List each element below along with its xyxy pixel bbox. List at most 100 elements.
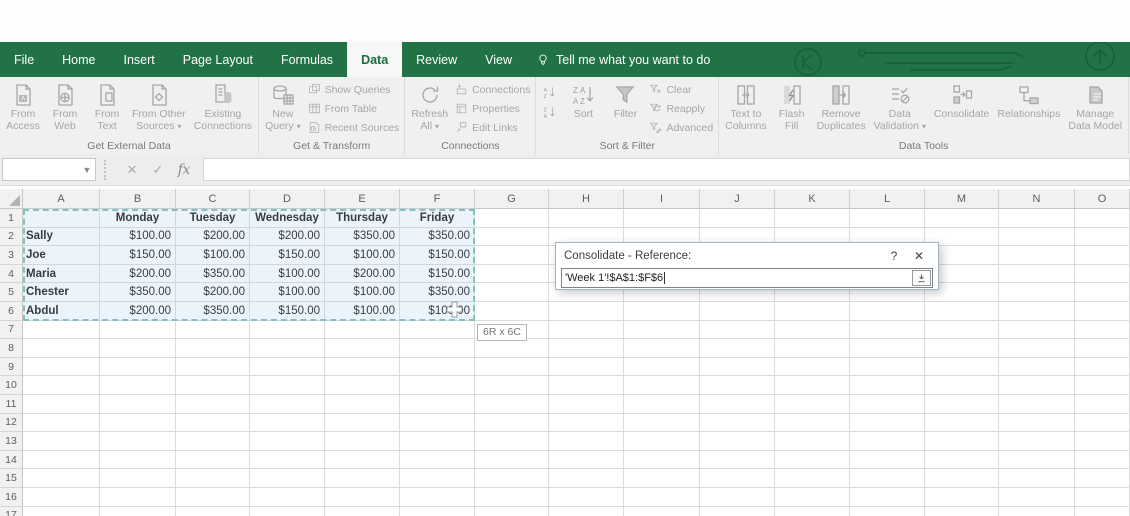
cell-C17[interactable] <box>176 507 250 516</box>
cell-N4[interactable] <box>999 265 1075 284</box>
cell-C7[interactable] <box>176 321 250 340</box>
cell-O9[interactable] <box>1075 358 1130 377</box>
cell-D16[interactable] <box>250 488 325 507</box>
cell-L6[interactable] <box>850 302 925 321</box>
column-header-H[interactable]: H <box>549 189 624 209</box>
cell-J16[interactable] <box>700 488 775 507</box>
cell-C11[interactable] <box>176 395 250 414</box>
cell-K6[interactable] <box>775 302 850 321</box>
cell-K13[interactable] <box>775 432 850 451</box>
cell-J14[interactable] <box>700 451 775 470</box>
sort-button[interactable]: ZAAZSort <box>562 79 604 139</box>
cell-I16[interactable] <box>624 488 700 507</box>
cell-I13[interactable] <box>624 432 700 451</box>
column-header-C[interactable]: C <box>176 189 250 209</box>
cell-B5[interactable]: $350.00 <box>100 283 176 302</box>
cell-E12[interactable] <box>325 414 400 433</box>
cell-O3[interactable] <box>1075 246 1130 265</box>
cell-L10[interactable] <box>850 376 925 395</box>
cell-K10[interactable] <box>775 376 850 395</box>
cell-A9[interactable] <box>23 358 100 377</box>
cell-O11[interactable] <box>1075 395 1130 414</box>
cell-L8[interactable] <box>850 339 925 358</box>
cell-A2[interactable]: Sally <box>23 228 100 247</box>
cell-O1[interactable] <box>1075 209 1130 228</box>
column-header-F[interactable]: F <box>400 189 475 209</box>
cell-C2[interactable]: $200.00 <box>176 228 250 247</box>
name-box[interactable]: ▼ <box>2 158 96 181</box>
data-validation-button[interactable]: DataValidation ▾ <box>870 79 930 139</box>
cell-C1[interactable]: Tuesday <box>176 209 250 228</box>
cell-L17[interactable] <box>850 507 925 516</box>
cell-F1[interactable]: Friday <box>400 209 475 228</box>
cell-E6[interactable]: $100.00 <box>325 302 400 321</box>
tab-page-layout[interactable]: Page Layout <box>169 42 267 77</box>
cell-H1[interactable] <box>549 209 624 228</box>
column-header-A[interactable]: A <box>23 189 100 209</box>
cell-L7[interactable] <box>850 321 925 340</box>
cell-I15[interactable] <box>624 469 700 488</box>
cell-N6[interactable] <box>999 302 1075 321</box>
column-header-K[interactable]: K <box>775 189 850 209</box>
cell-M10[interactable] <box>925 376 999 395</box>
cell-C12[interactable] <box>176 414 250 433</box>
row-header-7[interactable]: 7 <box>0 321 23 340</box>
cell-G16[interactable] <box>475 488 549 507</box>
cell-F8[interactable] <box>400 339 475 358</box>
cell-F17[interactable] <box>400 507 475 516</box>
tab-home[interactable]: Home <box>48 42 109 77</box>
cell-G3[interactable] <box>475 246 549 265</box>
row-header-11[interactable]: 11 <box>0 395 23 414</box>
cell-K9[interactable] <box>775 358 850 377</box>
cell-O14[interactable] <box>1075 451 1130 470</box>
cell-J6[interactable] <box>700 302 775 321</box>
cell-H9[interactable] <box>549 358 624 377</box>
cell-C5[interactable]: $200.00 <box>176 283 250 302</box>
cell-G15[interactable] <box>475 469 549 488</box>
cell-F3[interactable]: $150.00 <box>400 246 475 265</box>
cell-O5[interactable] <box>1075 283 1130 302</box>
cell-C10[interactable] <box>176 376 250 395</box>
recent-sources-button[interactable]: Recent Sources <box>308 120 400 135</box>
cell-G2[interactable] <box>475 228 549 247</box>
cell-L12[interactable] <box>850 414 925 433</box>
cell-I7[interactable] <box>624 321 700 340</box>
row-header-1[interactable]: 1 <box>0 209 23 228</box>
cell-C6[interactable]: $350.00 <box>176 302 250 321</box>
cell-O15[interactable] <box>1075 469 1130 488</box>
from-other-sources-button[interactable]: From OtherSources ▾ <box>128 79 190 139</box>
sort-a-to-z-button[interactable]: AZ <box>540 83 560 100</box>
clear-button[interactable]: Clear <box>649 82 713 97</box>
formula-input[interactable] <box>203 158 1130 181</box>
relationships-button[interactable]: Relationships <box>993 79 1064 139</box>
cell-C8[interactable] <box>176 339 250 358</box>
cell-H8[interactable] <box>549 339 624 358</box>
cell-L9[interactable] <box>850 358 925 377</box>
cell-A3[interactable]: Joe <box>23 246 100 265</box>
edit-links-button[interactable]: Edit Links <box>455 120 530 135</box>
cancel-button[interactable]: ✕ <box>119 159 145 180</box>
cell-F9[interactable] <box>400 358 475 377</box>
reapply-button[interactable]: Reapply <box>649 101 713 116</box>
tab-file[interactable]: File <box>0 42 48 77</box>
cell-M17[interactable] <box>925 507 999 516</box>
column-header-B[interactable]: B <box>100 189 176 209</box>
cell-B12[interactable] <box>100 414 176 433</box>
cell-L11[interactable] <box>850 395 925 414</box>
cell-O10[interactable] <box>1075 376 1130 395</box>
cell-C15[interactable] <box>176 469 250 488</box>
cell-H11[interactable] <box>549 395 624 414</box>
cell-M16[interactable] <box>925 488 999 507</box>
cell-B4[interactable]: $200.00 <box>100 265 176 284</box>
cell-G11[interactable] <box>475 395 549 414</box>
select-all-button[interactable] <box>0 189 23 209</box>
row-header-6[interactable]: 6 <box>0 302 23 321</box>
cell-F16[interactable] <box>400 488 475 507</box>
collapse-dialog-button[interactable] <box>912 270 931 286</box>
cell-J8[interactable] <box>700 339 775 358</box>
cell-A11[interactable] <box>23 395 100 414</box>
cell-E7[interactable] <box>325 321 400 340</box>
cell-E17[interactable] <box>325 507 400 516</box>
row-header-3[interactable]: 3 <box>0 246 23 265</box>
cell-D13[interactable] <box>250 432 325 451</box>
